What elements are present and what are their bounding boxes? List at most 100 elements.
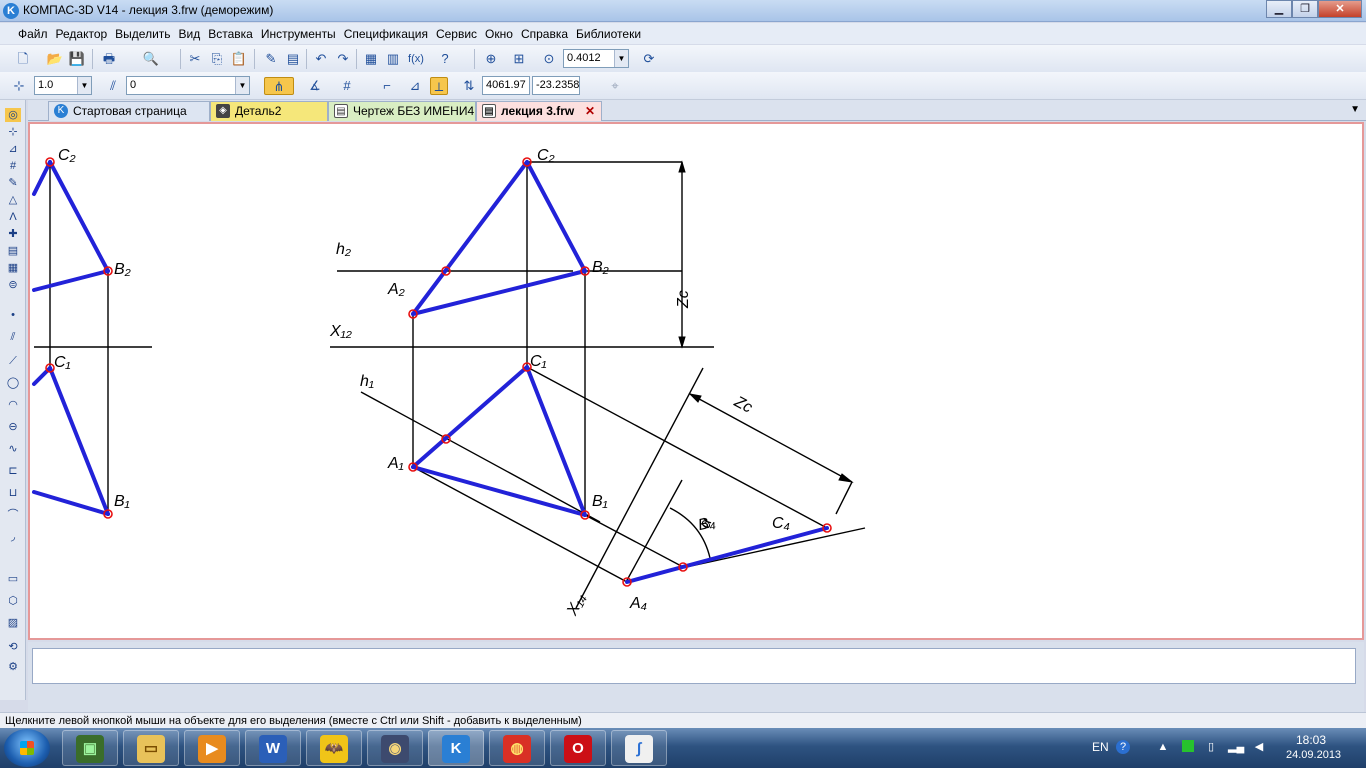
device-icon[interactable]: ▯ bbox=[1204, 740, 1218, 754]
redo-icon[interactable]: ↷ bbox=[334, 50, 352, 68]
rect-icon[interactable]: ▭ bbox=[5, 572, 21, 586]
menu-view[interactable]: Вид bbox=[177, 27, 207, 41]
select-icon[interactable]: Λ bbox=[5, 210, 21, 224]
variables-icon[interactable]: ▥ bbox=[384, 50, 402, 68]
minimize-button[interactable]: ▁ bbox=[1266, 0, 1292, 18]
tools-icon[interactable]: ⚙ bbox=[5, 660, 21, 674]
tabs-menu-icon[interactable]: ▼ bbox=[1350, 104, 1360, 115]
spec-icon[interactable]: ✚ bbox=[5, 227, 21, 241]
spline-icon[interactable]: ∿ bbox=[5, 442, 21, 456]
taskbar-ide-app[interactable]: ▣ bbox=[62, 730, 118, 766]
segment-icon[interactable]: ⟋ bbox=[5, 354, 21, 368]
tab-part2[interactable]: ◈ Деталь2 bbox=[210, 101, 328, 121]
preview-icon[interactable]: 🔍 bbox=[142, 50, 160, 68]
menu-specification[interactable]: Спецификация bbox=[342, 27, 434, 41]
measure-icon[interactable]: △ bbox=[5, 193, 21, 207]
clock-time[interactable]: 18:03 bbox=[1296, 733, 1326, 747]
open-icon[interactable]: 📂 bbox=[46, 50, 64, 68]
ellipse-icon[interactable]: ⊖ bbox=[5, 420, 21, 434]
taskbar-dvd-app[interactable]: ◉ bbox=[367, 730, 423, 766]
menu-select[interactable]: Выделить bbox=[113, 27, 176, 41]
polyline-icon[interactable]: ⊏ bbox=[5, 464, 21, 478]
chevron-down-icon[interactable]: ▼ bbox=[77, 77, 91, 94]
ortho-icon[interactable]: ⊿ bbox=[406, 77, 424, 95]
grid-icon[interactable]: # bbox=[338, 77, 356, 95]
menu-help[interactable]: Справка bbox=[519, 27, 574, 41]
menu-editor[interactable]: Редактор bbox=[54, 27, 114, 41]
language-indicator[interactable]: EN bbox=[1092, 740, 1109, 754]
circle-icon[interactable]: ◯ bbox=[5, 376, 21, 390]
polygon-icon[interactable]: ⬡ bbox=[5, 594, 21, 608]
command-line[interactable] bbox=[32, 648, 1356, 684]
layer-field[interactable]: 0 ▼ bbox=[126, 76, 250, 95]
zoom-all-icon[interactable]: ⊙ bbox=[540, 50, 558, 68]
curve-icon[interactable]: ◞ bbox=[5, 530, 21, 544]
menu-service[interactable]: Сервис bbox=[434, 27, 483, 41]
undo-icon[interactable]: ↶ bbox=[312, 50, 330, 68]
layers-icon[interactable]: ▦ bbox=[362, 50, 380, 68]
taskbar-media-app[interactable]: ▶ bbox=[184, 730, 240, 766]
designations-icon[interactable]: ⊿ bbox=[5, 142, 21, 156]
parametrize-icon[interactable]: ✎ bbox=[5, 176, 21, 190]
contour-icon[interactable]: ⟲ bbox=[5, 640, 21, 654]
local-cs-icon[interactable]: ⌐ bbox=[378, 77, 396, 95]
help-pointer-icon[interactable]: ? bbox=[436, 50, 454, 68]
fillet-icon[interactable]: ⊔ bbox=[5, 486, 21, 500]
refresh-icon[interactable]: ⟳ bbox=[640, 50, 658, 68]
taskbar-mathcad-app[interactable]: ∫ bbox=[611, 730, 667, 766]
arc-icon[interactable]: ◠ bbox=[5, 398, 21, 412]
dimensions-icon[interactable]: ⊹ bbox=[5, 125, 21, 139]
status-tray-icon[interactable] bbox=[1182, 740, 1194, 752]
tab-lecture3[interactable]: ▤ лекция 3.frw ✕ bbox=[476, 101, 602, 121]
new-document-icon[interactable]: 🗋 bbox=[14, 50, 32, 68]
properties-icon[interactable]: ✎ bbox=[262, 50, 280, 68]
manager-icon[interactable]: ▤ bbox=[284, 50, 302, 68]
taskbar-kompas-app[interactable]: K bbox=[428, 730, 484, 766]
layer-icon[interactable]: ⫽ bbox=[104, 77, 122, 95]
coord-x-field[interactable]: 4061.97 bbox=[482, 76, 530, 95]
close-tab-icon[interactable]: ✕ bbox=[585, 102, 595, 120]
start-button[interactable] bbox=[4, 729, 50, 767]
chevron-down-icon[interactable]: ▼ bbox=[235, 77, 249, 94]
volume-icon[interactable]: ◀ bbox=[1252, 740, 1266, 754]
print-icon[interactable]: 🖶 bbox=[100, 50, 118, 68]
network-icon[interactable]: ▂▄ bbox=[1228, 740, 1244, 754]
taskbar-opera-app[interactable]: O bbox=[550, 730, 606, 766]
chamfer-icon[interactable]: ⌒ bbox=[5, 508, 21, 522]
taskbar-explorer-app[interactable]: ▭ bbox=[123, 730, 179, 766]
cut-icon[interactable]: ✂ bbox=[186, 50, 204, 68]
zoom-frame-icon[interactable]: ⊞ bbox=[510, 50, 528, 68]
taskbar-chrome-app[interactable]: ◍ bbox=[489, 730, 545, 766]
function-icon[interactable]: f(x) bbox=[404, 50, 428, 68]
show-hidden-icons-icon[interactable]: ▲ bbox=[1156, 740, 1170, 754]
menu-libraries[interactable]: Библиотеки bbox=[574, 27, 647, 41]
close-button[interactable]: ✕ bbox=[1318, 0, 1362, 18]
fragment-icon[interactable]: ⊜ bbox=[5, 278, 21, 292]
zoom-icon[interactable]: ⊕ bbox=[482, 50, 500, 68]
snap-icon[interactable]: ⊹ bbox=[10, 77, 28, 95]
menu-window[interactable]: Окно bbox=[483, 27, 519, 41]
cursor-coords-icon[interactable]: ⇅ bbox=[460, 77, 478, 95]
help-icon[interactable]: ? bbox=[1116, 740, 1130, 754]
zoom-field[interactable]: 0.4012 ▼ bbox=[563, 49, 629, 68]
tab-drawing[interactable]: ▤ Чертеж БЕЗ ИМЕНИ4 bbox=[328, 101, 476, 121]
auxline-icon[interactable]: ⫽ bbox=[5, 330, 21, 344]
chevron-down-icon[interactable]: ▼ bbox=[614, 50, 628, 67]
menu-tools[interactable]: Инструменты bbox=[259, 27, 342, 41]
clock-date[interactable]: 24.09.2013 bbox=[1286, 749, 1341, 761]
coord-y-field[interactable]: -23.2358 bbox=[532, 76, 580, 95]
point-icon[interactable]: • bbox=[5, 308, 21, 322]
geometry-icon[interactable]: ◎ bbox=[5, 108, 21, 122]
magnet-snap-icon[interactable]: ⋔ bbox=[264, 77, 294, 95]
taskbar-bat-app[interactable]: 🦇 bbox=[306, 730, 362, 766]
menu-file[interactable]: Файл bbox=[16, 27, 54, 41]
menu-insert[interactable]: Вставка bbox=[206, 27, 259, 41]
paste-icon[interactable]: 📋 bbox=[230, 50, 248, 68]
edit-icon[interactable]: # bbox=[5, 159, 21, 173]
hatch-icon[interactable]: ▨ bbox=[5, 616, 21, 630]
angle-icon[interactable]: ∡ bbox=[306, 77, 324, 95]
taskbar-word-app[interactable]: W bbox=[245, 730, 301, 766]
reports-icon[interactable]: ▤ bbox=[5, 244, 21, 258]
round-coords-icon[interactable]: ⟂ bbox=[430, 77, 448, 95]
maximize-button[interactable]: ❐ bbox=[1292, 0, 1318, 18]
